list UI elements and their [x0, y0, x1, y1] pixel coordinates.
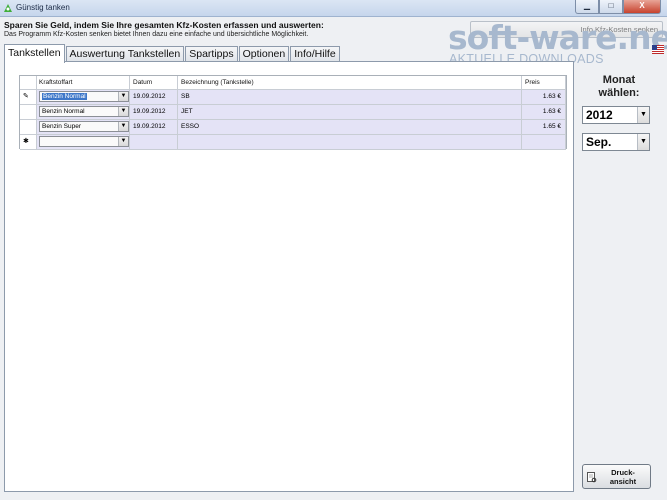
preis-cell[interactable]: [522, 135, 566, 150]
table-row[interactable]: ✎ Benzin Normal ▼ 19.09.2012 SB 1.63 €: [20, 90, 566, 105]
bezeichnung-cell[interactable]: SB: [178, 90, 522, 105]
month-label-line1: Monat: [602, 74, 636, 86]
kraftstoffart-combo[interactable]: Benzin Normal ▼: [39, 106, 129, 117]
kraftstoffart-combo[interactable]: Benzin Super ▼: [39, 121, 129, 132]
pencil-icon: ✎: [20, 90, 37, 105]
window-controls: ▁ □ X: [575, 0, 661, 14]
preis-cell[interactable]: 1.65 €: [522, 120, 566, 135]
tab-spartipps[interactable]: Spartipps: [185, 46, 238, 62]
month-value: Sep.: [586, 135, 612, 149]
column-header-datum[interactable]: Datum: [130, 76, 178, 90]
bezeichnung-cell[interactable]: JET: [178, 105, 522, 120]
flag-icon[interactable]: [652, 45, 664, 54]
print-preview-icon: [587, 472, 597, 483]
maximize-button[interactable]: □: [599, 0, 623, 14]
tab-info-hilfe[interactable]: Info/Hilfe: [290, 46, 340, 62]
table-row[interactable]: Benzin Super ▼ 19.09.2012 ESSO 1.65 €: [20, 120, 566, 135]
dropdown-arrow-icon[interactable]: ▼: [637, 107, 649, 123]
page-subheading: Das Programm Kfz-Kosten senken bietet Ih…: [4, 31, 309, 38]
dropdown-arrow-icon[interactable]: ▼: [118, 107, 128, 116]
dropdown-arrow-icon[interactable]: ▼: [118, 122, 128, 131]
datum-cell[interactable]: [130, 135, 178, 150]
kraftstoffart-combo[interactable]: ▼: [39, 136, 129, 147]
tab-optionen[interactable]: Optionen: [238, 46, 290, 62]
new-table-row[interactable]: ✱ ▼: [20, 135, 566, 150]
print-label-line2: ansicht: [609, 477, 637, 486]
datum-cell[interactable]: 19.09.2012: [130, 90, 178, 105]
datum-cell[interactable]: 19.09.2012: [130, 120, 178, 135]
month-select[interactable]: Sep. ▼: [582, 133, 650, 151]
bezeichnung-cell[interactable]: ESSO: [178, 120, 522, 135]
kraftstoffart-cell[interactable]: Benzin Normal ▼: [37, 90, 130, 105]
kraftstoffart-value: Benzin Normal: [42, 93, 87, 100]
tab-auswertung-tankstellen[interactable]: Auswertung Tankstellen: [65, 46, 185, 62]
row-header-column: [20, 76, 37, 90]
year-select[interactable]: 2012 ▼: [582, 106, 650, 124]
preis-cell[interactable]: 1.63 €: [522, 90, 566, 105]
row-header: [20, 105, 37, 120]
new-row-icon: ✱: [20, 135, 37, 150]
dropdown-arrow-icon[interactable]: ▼: [118, 92, 128, 101]
tab-strip: Tankstellen Auswertung Tankstellen Spart…: [4, 43, 341, 63]
datum-cell[interactable]: 19.09.2012: [130, 105, 178, 120]
print-preview-button[interactable]: Druck- ansicht: [582, 464, 651, 489]
close-button[interactable]: X: [623, 0, 661, 14]
kraftstoffart-cell[interactable]: ▼: [37, 135, 130, 150]
kraftstoffart-value: Benzin Normal: [42, 108, 85, 115]
kraftstoffart-combo[interactable]: Benzin Normal ▼: [39, 91, 129, 102]
tab-tankstellen[interactable]: Tankstellen: [4, 44, 65, 63]
print-label-line1: Druck-: [611, 468, 635, 477]
column-header-preis-label: Preis: [525, 79, 540, 86]
page-heading: Sparen Sie Geld, indem Sie Ihre gesamten…: [4, 20, 324, 30]
column-header-bezeichnung[interactable]: Bezeichnung (Tankstelle): [178, 76, 522, 90]
window-title: Günstig tanken: [16, 3, 70, 12]
month-label-line2: wählen:: [598, 87, 640, 99]
tab-panel-tankstellen: Kraftstoffart Datum Bezeichnung (Tankste…: [4, 61, 574, 492]
kraftstoffart-value: Benzin Super: [42, 123, 82, 130]
year-value: 2012: [586, 108, 613, 122]
print-preview-label: Druck- ansicht: [597, 468, 649, 486]
fuel-grid[interactable]: Kraftstoffart Datum Bezeichnung (Tankste…: [19, 75, 567, 150]
dropdown-arrow-icon[interactable]: ▼: [637, 134, 649, 150]
dropdown-arrow-icon[interactable]: ▼: [118, 137, 128, 146]
minimize-button[interactable]: ▁: [575, 0, 599, 14]
grid-header: Kraftstoffart Datum Bezeichnung (Tankste…: [20, 76, 566, 90]
kraftstoffart-cell[interactable]: Benzin Normal ▼: [37, 105, 130, 120]
table-row[interactable]: Benzin Normal ▼ 19.09.2012 JET 1.63 €: [20, 105, 566, 120]
kraftstoffart-cell[interactable]: Benzin Super ▼: [37, 120, 130, 135]
title-bar: Günstig tanken ▁ □ X: [0, 0, 667, 17]
column-header-preis[interactable]: Preis: [522, 76, 566, 90]
bezeichnung-cell[interactable]: [178, 135, 522, 150]
column-header-kraftstoffart[interactable]: Kraftstoffart: [37, 76, 130, 90]
preis-cell[interactable]: 1.63 €: [522, 105, 566, 120]
row-header: [20, 120, 37, 135]
app-icon: [4, 4, 12, 12]
month-select-label: Monat wählen:: [583, 74, 655, 100]
